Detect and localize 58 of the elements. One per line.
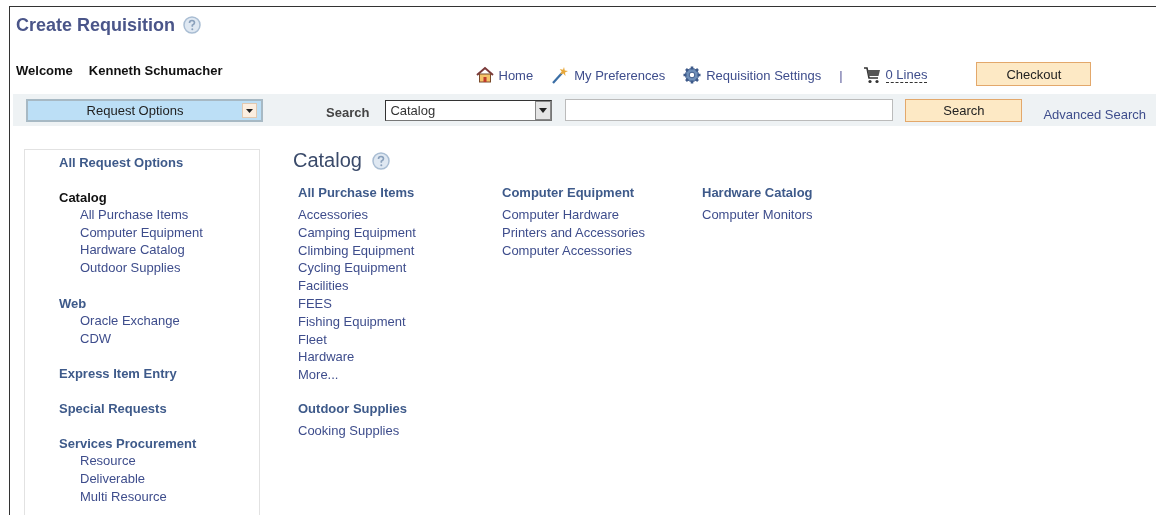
category-link[interactable]: Cycling Equipment xyxy=(298,259,502,278)
category-link[interactable]: Computer Monitors xyxy=(702,206,813,224)
advanced-search-link[interactable]: Advanced Search xyxy=(1043,106,1146,122)
welcome-label: Welcome xyxy=(16,63,73,78)
category-link[interactable]: Cooking Supplies xyxy=(298,421,502,440)
search-button[interactable]: Search xyxy=(905,98,1023,122)
separator: | xyxy=(839,67,843,83)
nav-link[interactable]: My Preferences xyxy=(551,66,666,84)
category-link[interactable]: Fleet xyxy=(298,330,502,349)
page-title: Create Requisition xyxy=(16,14,176,36)
sidebar-item[interactable]: Catalog xyxy=(59,189,259,206)
nav-link[interactable]: Home xyxy=(475,66,534,84)
sidebar-item[interactable]: All Request Options xyxy=(59,154,259,171)
nav-link[interactable]: 0 Lines xyxy=(862,66,928,84)
sidebar-item[interactable]: Special Requests xyxy=(59,400,259,418)
request-options-dropdown[interactable]: Request Options xyxy=(26,98,263,122)
search-field[interactable] xyxy=(565,99,894,121)
category-link[interactable]: Hardware xyxy=(298,348,502,367)
sidebar-subitem[interactable]: Hardware Catalog xyxy=(80,241,259,260)
sidebar-subitem[interactable]: Deliverable xyxy=(80,469,259,488)
user-name: Kenneth Schumacher xyxy=(88,63,223,78)
cart-icon xyxy=(862,66,881,84)
category-link[interactable]: Accessories xyxy=(298,206,502,224)
category-link[interactable]: Fishing Equipment xyxy=(298,312,502,331)
settings-icon xyxy=(683,66,702,84)
sidebar-subitem[interactable]: Computer Equipment xyxy=(80,223,259,242)
category-link[interactable]: FEES xyxy=(298,295,502,313)
caret-icon xyxy=(242,102,257,118)
section-title: Catalog xyxy=(293,149,362,172)
category-link[interactable]: Camping Equipment xyxy=(298,223,502,242)
category-heading[interactable]: Computer Equipment xyxy=(502,184,702,201)
sidebar-subitem[interactable]: Oracle Exchange xyxy=(80,311,259,330)
category-heading[interactable]: Outdoor Supplies xyxy=(298,399,502,417)
help-icon[interactable] xyxy=(183,16,202,34)
sidebar-item[interactable]: Web xyxy=(59,294,259,312)
sidebar-item[interactable]: Services Procurement xyxy=(59,435,259,453)
search-type-dropdown[interactable]: Catalog xyxy=(385,99,553,121)
checkout-button[interactable]: Checkout xyxy=(976,62,1092,86)
nav-link[interactable]: Requisition Settings xyxy=(683,66,822,84)
category-link[interactable]: Climbing Equipment xyxy=(298,241,502,260)
category-link[interactable]: More... xyxy=(298,366,502,384)
category-heading[interactable]: All Purchase Items xyxy=(298,184,502,201)
sidebar-subitem[interactable]: Outdoor Supplies xyxy=(80,259,259,277)
category-link[interactable]: Computer Hardware xyxy=(502,206,702,224)
category-link[interactable]: Facilities xyxy=(298,277,502,295)
category-link[interactable]: Printers and Accessories xyxy=(502,223,702,242)
caret-icon xyxy=(535,100,552,120)
category-heading[interactable]: Hardware Catalog xyxy=(702,184,813,201)
sidebar-subitem[interactable]: Resource xyxy=(80,452,259,470)
help-icon[interactable] xyxy=(371,151,390,170)
sidebar-item[interactable]: Express Item Entry xyxy=(59,365,259,383)
sidebar-subitem[interactable]: Multi Resource xyxy=(80,487,259,506)
search-label: Search xyxy=(326,104,370,120)
sidebar-subitem[interactable]: CDW xyxy=(80,329,259,348)
magic-wand-icon xyxy=(551,66,570,84)
sidebar-subitem[interactable]: All Purchase Items xyxy=(80,206,259,224)
house-icon xyxy=(475,66,494,84)
category-link[interactable]: Computer Accessories xyxy=(502,241,702,260)
